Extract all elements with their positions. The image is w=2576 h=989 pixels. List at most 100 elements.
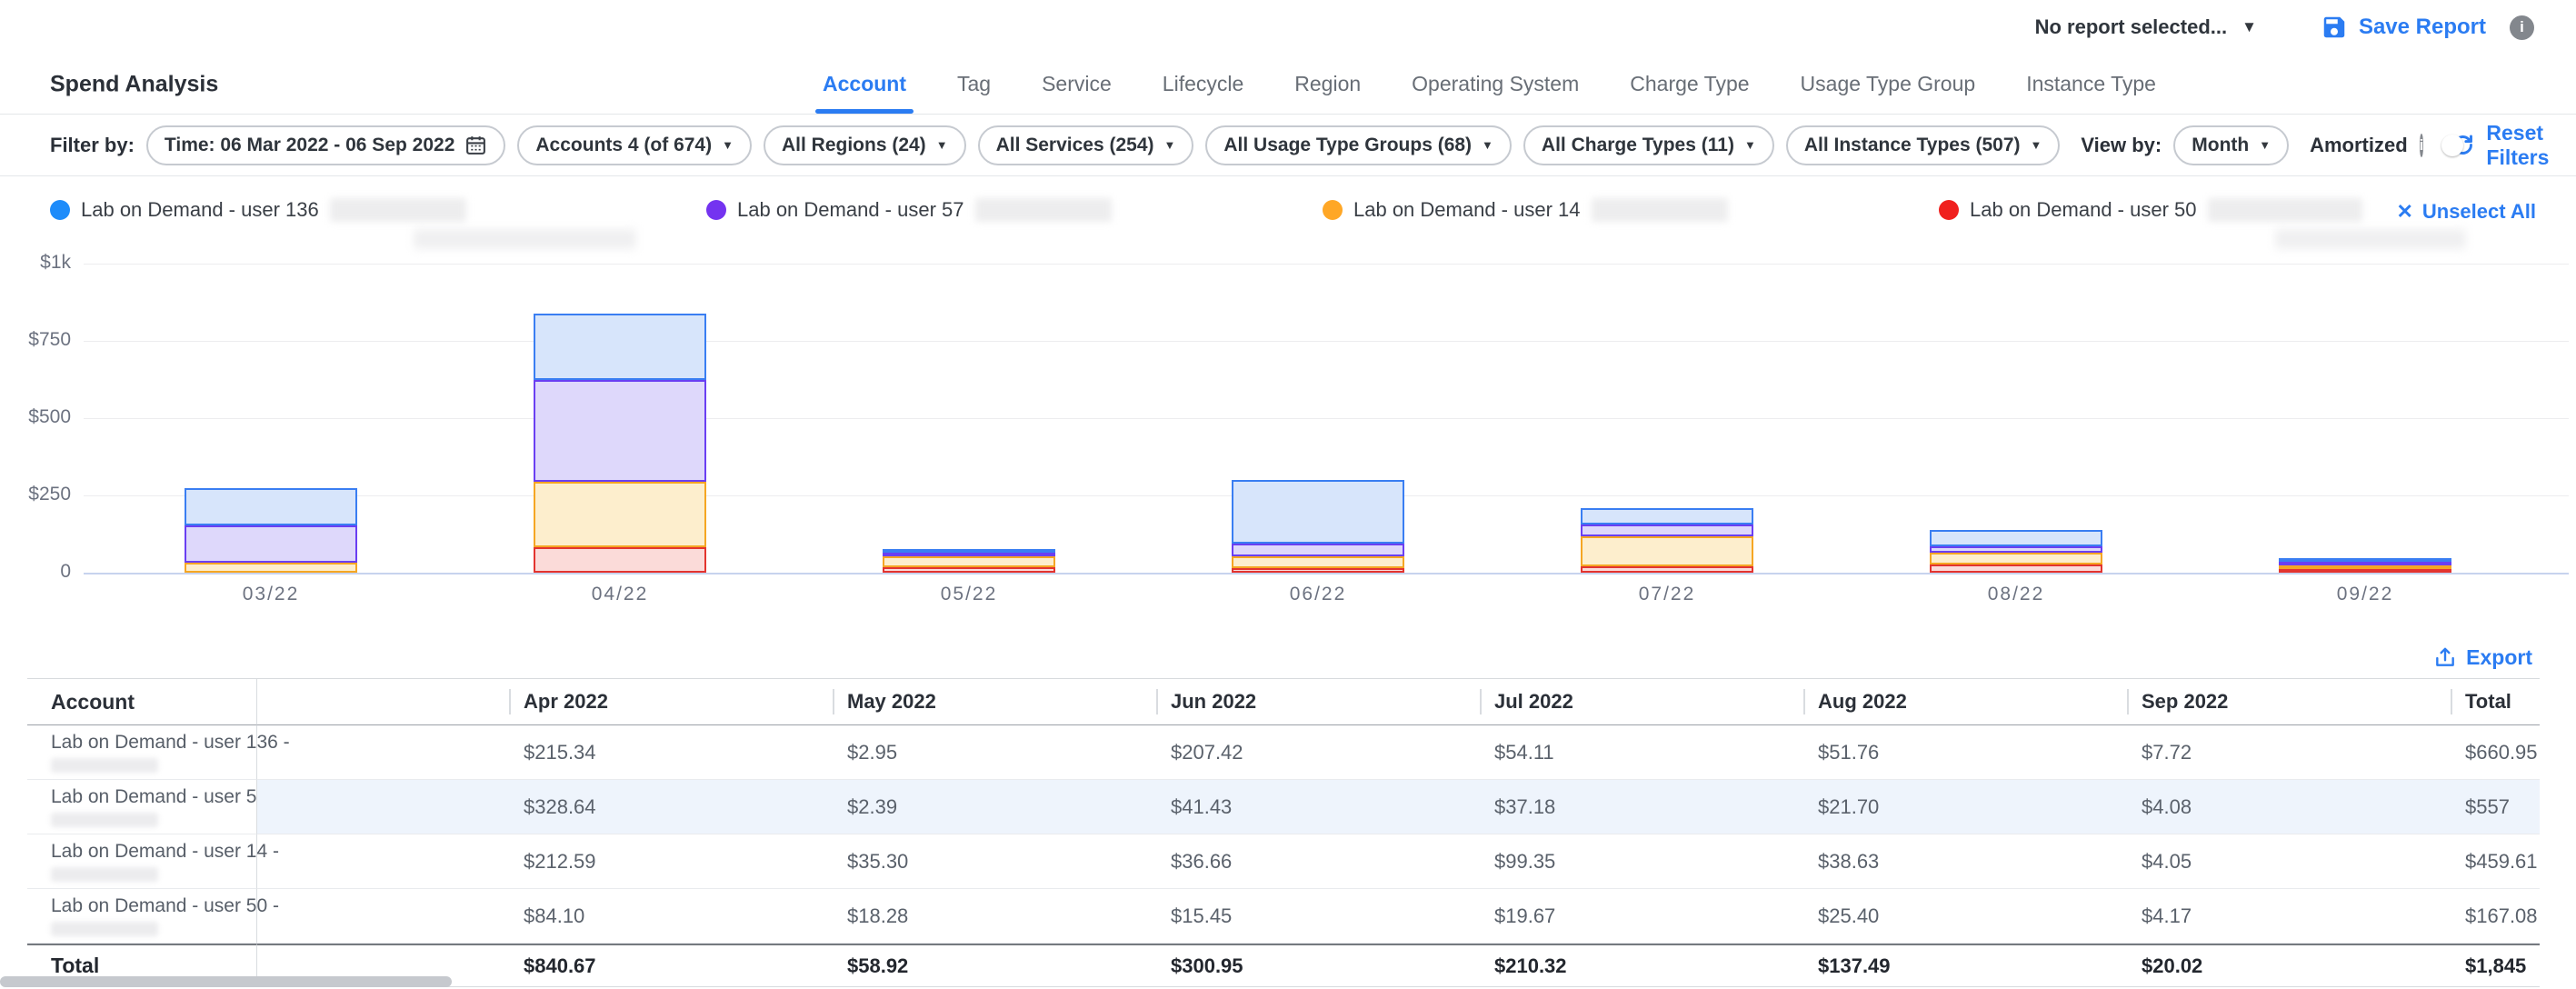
table-spacer xyxy=(257,678,509,725)
unselect-all-button[interactable]: ✕ Unselect All xyxy=(2396,200,2536,224)
bar-segment-lab-on-demand-user-136[interactable] xyxy=(1581,508,1753,524)
bar-segment-lab-on-demand-user-14[interactable] xyxy=(1232,556,1404,567)
view-by-value: Month xyxy=(2192,135,2249,156)
close-icon: ✕ xyxy=(2396,200,2412,224)
filter-pill-all-regions-24[interactable]: All Regions (24)▼ xyxy=(764,125,966,165)
tab-usage-type-group[interactable]: Usage Type Group xyxy=(1801,55,1976,114)
bar-segment-lab-on-demand-user-14[interactable] xyxy=(534,482,706,547)
value-cell: $37.18 xyxy=(1480,780,1803,834)
table-header-row: AccountApr 2022May 2022Jun 2022Jul 2022A… xyxy=(27,678,2540,725)
table-row[interactable]: Lab on Demand - user 57 -$328.64$2.39$41… xyxy=(27,780,2540,834)
tab-lifecycle[interactable]: Lifecycle xyxy=(1163,55,1243,114)
bar-segment-lab-on-demand-user-136[interactable] xyxy=(1232,480,1404,544)
value-cell: $660.95 xyxy=(2451,725,2540,780)
filter-pill-all-instance-types-507[interactable]: All Instance Types (507)▼ xyxy=(1786,125,2061,165)
tab-operating-system[interactable]: Operating System xyxy=(1412,55,1579,114)
account-cell: Lab on Demand - user 50 - xyxy=(27,889,257,944)
bar-segment-lab-on-demand-user-136[interactable] xyxy=(185,488,357,525)
bar-segment-lab-on-demand-user-14[interactable] xyxy=(1581,536,1753,567)
tab-charge-type[interactable]: Charge Type xyxy=(1630,55,1749,114)
export-button[interactable]: Export xyxy=(2433,645,2532,670)
table-row[interactable]: Lab on Demand - user 14 -$212.59$35.30$3… xyxy=(27,834,2540,889)
redacted-text xyxy=(51,758,158,773)
column-header-label: May 2022 xyxy=(833,689,936,714)
redacted-text xyxy=(51,813,158,827)
value-cell: $215.34 xyxy=(509,725,833,780)
bar-segment-lab-on-demand-user-50[interactable] xyxy=(1930,564,2102,573)
view-by-dropdown[interactable]: Month ▼ xyxy=(2173,125,2289,165)
bar-03-22[interactable] xyxy=(185,488,357,573)
save-report-button[interactable]: Save Report xyxy=(2321,14,2486,41)
save-icon xyxy=(2321,14,2348,41)
redacted-text xyxy=(2208,198,2362,222)
tab-instance-type[interactable]: Instance Type xyxy=(2026,55,2156,114)
tab-account[interactable]: Account xyxy=(823,55,906,114)
value-cell: $84.10 xyxy=(509,889,833,944)
bar-segment-lab-on-demand-user-57[interactable] xyxy=(1930,546,2102,553)
value-cell: $36.66 xyxy=(1156,834,1480,889)
bar-06-22[interactable] xyxy=(1232,480,1404,573)
bar-09-22[interactable] xyxy=(2279,558,2451,573)
table-row[interactable]: Lab on Demand - user 136 -$215.34$2.95$2… xyxy=(27,725,2540,780)
y-axis-label: $500 xyxy=(0,406,71,428)
bar-segment-lab-on-demand-user-50[interactable] xyxy=(1232,568,1404,573)
bar-segment-lab-on-demand-user-50[interactable] xyxy=(2279,569,2451,573)
view-by-label: View by: xyxy=(2081,134,2162,157)
total-value-cell: $58.92 xyxy=(833,944,1156,987)
filter-pill-time-06-mar-2022-06-sep-2022[interactable]: Time: 06 Mar 2022 - 06 Sep 2022 xyxy=(146,125,505,165)
column-header-aug-2022: Aug 2022 xyxy=(1803,678,2127,725)
value-cell: $4.05 xyxy=(2127,834,2451,889)
value-cell: $212.59 xyxy=(509,834,833,889)
bar-segment-lab-on-demand-user-50[interactable] xyxy=(534,547,706,573)
bar-segment-lab-on-demand-user-50[interactable] xyxy=(1581,566,1753,573)
horizontal-scrollbar[interactable] xyxy=(0,976,452,987)
tab-service[interactable]: Service xyxy=(1042,55,1112,114)
bar-segment-lab-on-demand-user-136[interactable] xyxy=(534,314,706,380)
bar-segment-lab-on-demand-user-57[interactable] xyxy=(1581,524,1753,536)
legend-item-lab-on-demand-user-57[interactable]: Lab on Demand - user 57 xyxy=(706,198,1112,222)
redacted-text xyxy=(2275,229,2466,249)
export-label: Export xyxy=(2466,645,2532,670)
chevron-down-icon: ▼ xyxy=(1164,138,1176,152)
total-value-cell: $137.49 xyxy=(1803,944,2127,987)
filter-pill-accounts-4-of-674[interactable]: Accounts 4 (of 674)▼ xyxy=(517,125,752,165)
bar-segment-lab-on-demand-user-14[interactable] xyxy=(185,563,357,573)
filter-pill-all-charge-types-11[interactable]: All Charge Types (11)▼ xyxy=(1523,125,1774,165)
legend-item-lab-on-demand-user-136[interactable]: Lab on Demand - user 136 xyxy=(50,198,466,222)
legend-item-lab-on-demand-user-50[interactable]: Lab on Demand - user 50 xyxy=(1939,198,2362,222)
bar-segment-lab-on-demand-user-57[interactable] xyxy=(1232,544,1404,556)
bar-segment-lab-on-demand-user-57[interactable] xyxy=(534,380,706,481)
legend-item-lab-on-demand-user-14[interactable]: Lab on Demand - user 14 xyxy=(1323,198,1728,222)
y-axis-label: $250 xyxy=(0,484,71,505)
value-cell: $2.39 xyxy=(833,780,1156,834)
bar-07-22[interactable] xyxy=(1581,508,1753,573)
report-selector-dropdown[interactable]: No report selected... ▼ xyxy=(2035,15,2257,39)
bar-05-22[interactable] xyxy=(883,549,1055,573)
unselect-all-label: Unselect All xyxy=(2422,200,2536,224)
info-icon[interactable]: i xyxy=(2510,15,2534,40)
bar-segment-lab-on-demand-user-57[interactable] xyxy=(185,525,357,563)
value-cell: $4.17 xyxy=(2127,889,2451,944)
tab-tag[interactable]: Tag xyxy=(957,55,991,114)
filter-pills: Time: 06 Mar 2022 - 06 Sep 2022 Accounts … xyxy=(146,125,2060,165)
bar-segment-lab-on-demand-user-14[interactable] xyxy=(1930,553,2102,564)
x-axis-label: 05/22 xyxy=(905,584,1033,605)
info-icon[interactable]: i xyxy=(2420,134,2424,157)
legend-label: Lab on Demand - user 14 xyxy=(1353,198,1581,222)
export-row: Export xyxy=(0,636,2576,678)
filter-pill-all-services-254[interactable]: All Services (254)▼ xyxy=(978,125,1194,165)
account-cell: Lab on Demand - user 14 - xyxy=(27,834,257,889)
bar-04-22[interactable] xyxy=(534,314,706,573)
reset-filters-button[interactable]: Reset Filters xyxy=(2451,121,2549,170)
bar-segment-lab-on-demand-user-50[interactable] xyxy=(883,567,1055,573)
table-row[interactable]: Lab on Demand - user 50 -$84.10$18.28$15… xyxy=(27,889,2540,944)
filter-pill-all-usage-type-groups-68[interactable]: All Usage Type Groups (68)▼ xyxy=(1205,125,1512,165)
redacted-text xyxy=(414,229,636,249)
bar-segment-lab-on-demand-user-14[interactable] xyxy=(883,556,1055,567)
bar-08-22[interactable] xyxy=(1930,530,2102,573)
column-header-label: Jul 2022 xyxy=(1480,689,1573,714)
bar-segment-lab-on-demand-user-136[interactable] xyxy=(1930,530,2102,546)
redacted-text xyxy=(330,198,466,222)
legend-label: Lab on Demand - user 50 xyxy=(1970,198,2197,222)
tab-region[interactable]: Region xyxy=(1294,55,1361,114)
